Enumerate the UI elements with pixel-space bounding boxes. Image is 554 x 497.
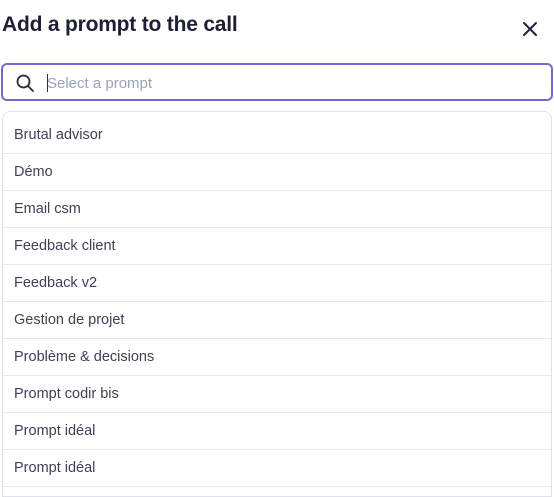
- list-item-label: Gestion de projet: [14, 312, 125, 328]
- list-item[interactable]: Prompt idéal: [3, 450, 551, 487]
- search-field[interactable]: [1, 63, 553, 101]
- list-item-label: Prompt idéal: [14, 423, 96, 439]
- add-prompt-dialog: Add a prompt to the call Brutal advisor …: [0, 0, 554, 497]
- list-item[interactable]: Email csm: [3, 191, 551, 228]
- list-item[interactable]: Démo: [3, 154, 551, 191]
- list-item[interactable]: Prompt idéal: [3, 413, 551, 450]
- text-cursor: [47, 74, 48, 92]
- close-button[interactable]: [516, 15, 544, 43]
- list-item[interactable]: Feedback client: [3, 228, 551, 265]
- list-item[interactable]: Feedback v2: [3, 265, 551, 302]
- list-item[interactable]: Gestion de projet: [3, 302, 551, 339]
- dialog-header: Add a prompt to the call: [0, 0, 554, 56]
- list-item-label: Démo: [14, 164, 53, 180]
- list-item-label: Problème & decisions: [14, 349, 155, 365]
- dialog-title: Add a prompt to the call: [2, 13, 238, 36]
- search-input[interactable]: [47, 71, 537, 95]
- search-icon: [16, 74, 34, 92]
- list-item-label: Feedback v2: [14, 275, 98, 291]
- list-item-label: Email csm: [14, 201, 81, 217]
- list-item-label: Prompt codir bis: [14, 386, 119, 402]
- list-item[interactable]: Brutal advisor: [3, 117, 551, 154]
- list-item-label: Brutal advisor: [14, 127, 103, 143]
- list-item-label: Feedback client: [14, 238, 116, 254]
- list-item[interactable]: Prompt codir bis: [3, 376, 551, 413]
- list-item-label: Prompt idéal: [14, 460, 96, 476]
- list-item[interactable]: Problème & decisions: [3, 339, 551, 376]
- prompt-list: Brutal advisor Démo Email csm Feedback c…: [2, 111, 552, 497]
- close-icon: [523, 22, 537, 36]
